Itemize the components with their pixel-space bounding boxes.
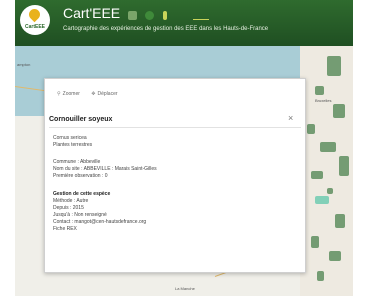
app-subtitle: Cartographie des expériences de gestion … bbox=[63, 26, 269, 32]
rex-sheet-link[interactable]: Fiche REX bbox=[53, 226, 146, 233]
close-icon[interactable]: × bbox=[288, 114, 293, 123]
site-name: Nom du site : ABBEVILLE : Marais Saint-G… bbox=[53, 166, 157, 172]
map-label: Bruxelles bbox=[315, 98, 332, 103]
info-popup: ⚲ Zoomer ✥ Déplacer Cornouiller soyeux × C… bbox=[44, 78, 306, 273]
header-divider bbox=[193, 19, 209, 20]
management-block: Gestion de cette espèce Méthode : Autre … bbox=[53, 191, 146, 233]
move-button[interactable]: ✥ Déplacer bbox=[91, 91, 117, 97]
first-observation: Première observation : 0 bbox=[53, 173, 108, 179]
zoom-label: Zoomer bbox=[62, 91, 80, 97]
commune: Commune : Abbeville bbox=[53, 159, 101, 165]
leaf-icon bbox=[128, 11, 137, 20]
header-decoration bbox=[128, 7, 171, 21]
app-title: Cart'EEE bbox=[63, 5, 121, 21]
site-marker[interactable] bbox=[315, 86, 324, 95]
magnifier-icon: ⚲ bbox=[57, 91, 61, 97]
popup-divider bbox=[49, 127, 301, 128]
site-marker[interactable] bbox=[317, 271, 324, 281]
site-marker[interactable] bbox=[311, 236, 319, 248]
management-method: Méthode : Autre bbox=[53, 198, 89, 204]
site-marker[interactable] bbox=[307, 124, 315, 134]
app-logo[interactable]: CartEEE bbox=[20, 5, 50, 35]
site-block: Commune : Abbeville Nom du site : ABBEVI… bbox=[53, 159, 157, 180]
site-marker[interactable] bbox=[335, 214, 345, 228]
species-group: Plantes terrestres bbox=[53, 142, 93, 148]
map-label: ampton bbox=[17, 62, 31, 67]
logo-text: CartEEE bbox=[24, 24, 45, 30]
site-marker[interactable] bbox=[327, 188, 333, 194]
app-header: CartEEE Cart'EEE Cartographie des expéri… bbox=[15, 0, 353, 46]
site-marker-highlighted[interactable] bbox=[315, 196, 329, 204]
site-marker[interactable] bbox=[329, 251, 341, 261]
management-until: Jusqu'à : Non renseigné bbox=[53, 212, 107, 218]
popup-toolbar: ⚲ Zoomer ✥ Déplacer bbox=[57, 91, 128, 97]
map-pin-icon bbox=[26, 6, 43, 23]
site-marker[interactable] bbox=[327, 56, 341, 76]
zoom-button[interactable]: ⚲ Zoomer bbox=[57, 91, 80, 97]
site-marker[interactable] bbox=[333, 104, 345, 118]
move-label: Déplacer bbox=[97, 91, 118, 97]
latin-name: Cornus sericea bbox=[53, 135, 87, 141]
site-marker[interactable] bbox=[311, 171, 323, 179]
grass-icon bbox=[162, 11, 167, 20]
site-marker[interactable] bbox=[320, 142, 336, 152]
site-marker[interactable] bbox=[339, 156, 349, 176]
species-block: Cornus sericea Plantes terrestres bbox=[53, 135, 92, 149]
popup-title: Cornouiller soyeux bbox=[49, 116, 113, 123]
management-since: Depuis : 2015 bbox=[53, 205, 84, 211]
management-title: Gestion de cette espèce bbox=[53, 191, 111, 197]
plant-icon bbox=[145, 11, 155, 20]
contact-email[interactable]: Contact : mangot@cen-hautsdefrance.org bbox=[53, 219, 146, 226]
map-label: La Manche bbox=[175, 286, 195, 291]
move-icon: ✥ bbox=[91, 91, 96, 97]
